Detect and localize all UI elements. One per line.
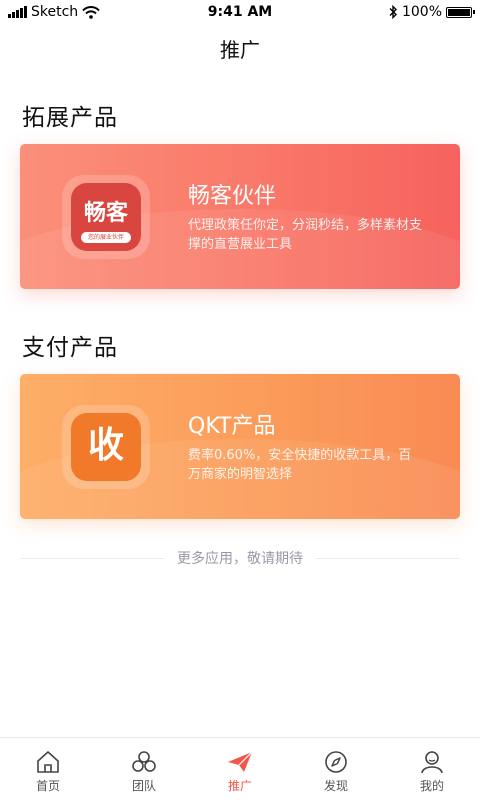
tab-team[interactable]: 团队 [96,738,192,800]
qkt-card-title: QKT产品 [188,414,276,439]
changke-card-description: 代理政策任你定，分润秒结，多样素材支撑的直营展业工具 [188,218,423,252]
changke-icon-frame: 畅客 您的展业伙伴 [62,175,150,259]
more-apps-divider: 更多应用，敬请期待 [20,548,460,568]
tab-discover[interactable]: 发现 [288,738,384,800]
section-title-payment: 支付产品 [22,335,118,361]
battery-icon [446,6,475,18]
qkt-card-description: 费率0.60%，安全快捷的收款工具，百万商家的明智选择 [188,448,412,482]
paper-plane-icon [228,751,253,772]
tab-team-label: 团队 [131,779,156,793]
home-icon [37,751,59,773]
tab-home[interactable]: 首页 [0,738,96,800]
qkt-icon-frame: 收 [62,405,150,489]
tab-mine[interactable]: 我的 [384,738,480,800]
changke-card-title: 畅客伙伴 [188,184,277,209]
bluetooth-icon [389,5,397,19]
shou-icon-text: 收 [87,425,124,466]
page-title: 推广 [220,38,260,62]
shou-app-icon: 收 [71,413,141,481]
tab-home-label: 首页 [35,779,60,793]
divider-left [20,557,165,559]
tab-mine-label: 我的 [419,779,444,793]
status-right: 100% [388,4,475,20]
user-icon [421,751,443,774]
compass-icon [325,751,347,773]
changke-card[interactable]: 畅客 您的展业伙伴 畅客伙伴 代理政策任你定，分润秒结，多样素材支撑的直营展业工… [20,144,460,289]
section-title-expand: 拓展产品 [22,105,118,131]
tab-bar: 首页 团队 推广 发现 我的 [0,737,480,800]
team-icon [132,751,156,772]
changke-icon-text: 畅客 [83,201,128,226]
battery-label: 100% [401,4,442,20]
status-bar: Sketch 9:41 AM 100% [0,0,480,26]
changke-app-icon: 畅客 您的展业伙伴 [71,183,141,251]
tab-promote[interactable]: 推广 [192,738,288,800]
divider-right [315,557,460,559]
qkt-card[interactable]: 收 QKT产品 费率0.60%，安全快捷的收款工具，百万商家的明智选择 [20,374,460,519]
more-apps-text: 更多应用，敬请期待 [177,551,303,567]
tab-promote-label: 推广 [227,779,252,793]
tab-discover-label: 发现 [323,779,348,793]
changke-icon-subtext: 您的展业伙伴 [81,232,131,243]
